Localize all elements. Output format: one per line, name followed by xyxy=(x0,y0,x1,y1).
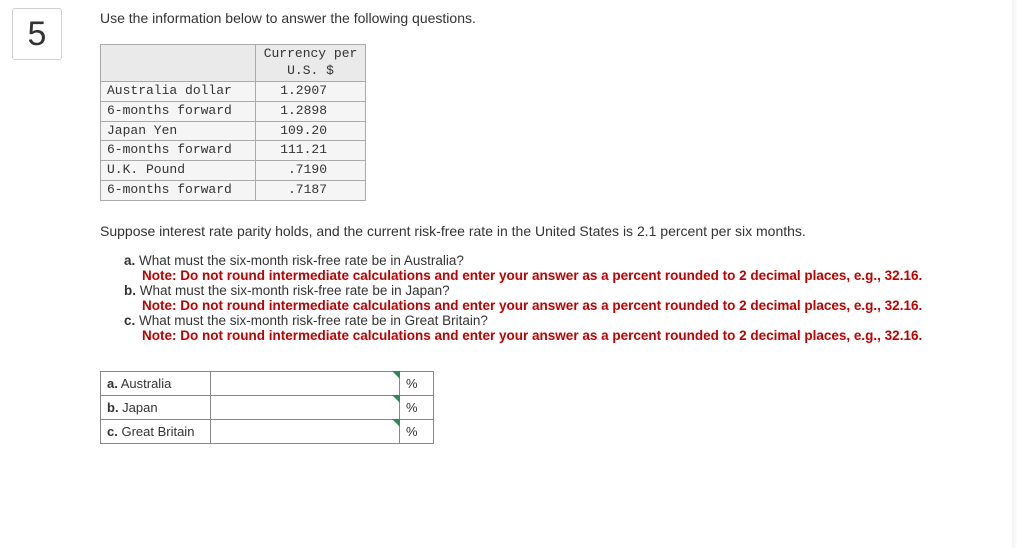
table-row: 6-months forward 111.21 xyxy=(101,141,366,161)
currency-table-blank-header xyxy=(101,45,256,82)
answer-input-cell-a xyxy=(211,372,400,396)
currency-value: 109.20 xyxy=(256,121,366,141)
answer-input-a[interactable] xyxy=(211,372,399,395)
currency-value: 1.2898 xyxy=(256,101,366,121)
question-number-badge: 5 xyxy=(12,8,62,60)
currency-label: 6-months forward xyxy=(101,101,256,121)
table-row: Australia dollar 1.2907 xyxy=(101,81,366,101)
table-row: U.K. Pound .7190 xyxy=(101,161,366,181)
currency-label: Australia dollar xyxy=(101,81,256,101)
currency-table-header: Currency per U.S. $ xyxy=(256,45,366,82)
currency-label: U.K. Pound xyxy=(101,161,256,181)
answer-input-cell-b xyxy=(211,396,400,420)
table-row: Japan Yen 109.20 xyxy=(101,121,366,141)
answer-input-c[interactable] xyxy=(211,420,399,443)
answer-label-c: c. Great Britain xyxy=(101,420,211,444)
note-b: Note: Do not round intermediate calculat… xyxy=(124,298,1012,313)
answer-unit-a: % xyxy=(400,372,434,396)
currency-label: Japan Yen xyxy=(101,121,256,141)
answer-row-c: c. Great Britain % xyxy=(101,420,434,444)
answer-row-b: b. Japan % xyxy=(101,396,434,420)
intro-text: Use the information below to answer the … xyxy=(100,10,1012,26)
sub-question-a: a. What must the six-month risk-free rat… xyxy=(124,253,1012,283)
currency-value: 1.2907 xyxy=(256,81,366,101)
question-content: Use the information below to answer the … xyxy=(100,10,1012,444)
currency-value: .7190 xyxy=(256,161,366,181)
answer-label-b: b. Japan xyxy=(101,396,211,420)
currency-table: Currency per U.S. $ Australia dollar 1.2… xyxy=(100,44,366,201)
answer-input-b[interactable] xyxy=(211,396,399,419)
currency-label: 6-months forward xyxy=(101,181,256,201)
answer-table: a. Australia % b. Japan % c. Great Brita… xyxy=(100,371,434,444)
table-row: 6-months forward .7187 xyxy=(101,181,366,201)
irp-intro-text: Suppose interest rate parity holds, and … xyxy=(100,223,1012,239)
input-marker-icon xyxy=(392,395,400,403)
currency-value: 111.21 xyxy=(256,141,366,161)
answer-row-a: a. Australia % xyxy=(101,372,434,396)
sub-question-b: b. What must the six-month risk-free rat… xyxy=(124,283,1012,313)
table-row: 6-months forward 1.2898 xyxy=(101,101,366,121)
answer-unit-b: % xyxy=(400,396,434,420)
note-c: Note: Do not round intermediate calculat… xyxy=(124,328,1012,343)
scroll-shadow xyxy=(1012,0,1018,548)
currency-label: 6-months forward xyxy=(101,141,256,161)
answer-unit-c: % xyxy=(400,420,434,444)
sub-question-c: c. What must the six-month risk-free rat… xyxy=(124,313,1012,343)
currency-value: .7187 xyxy=(256,181,366,201)
note-a: Note: Do not round intermediate calculat… xyxy=(124,268,1012,283)
input-marker-icon xyxy=(392,371,400,379)
sub-questions: a. What must the six-month risk-free rat… xyxy=(100,253,1012,343)
answer-input-cell-c xyxy=(211,420,400,444)
input-marker-icon xyxy=(392,419,400,427)
answer-label-a: a. Australia xyxy=(101,372,211,396)
